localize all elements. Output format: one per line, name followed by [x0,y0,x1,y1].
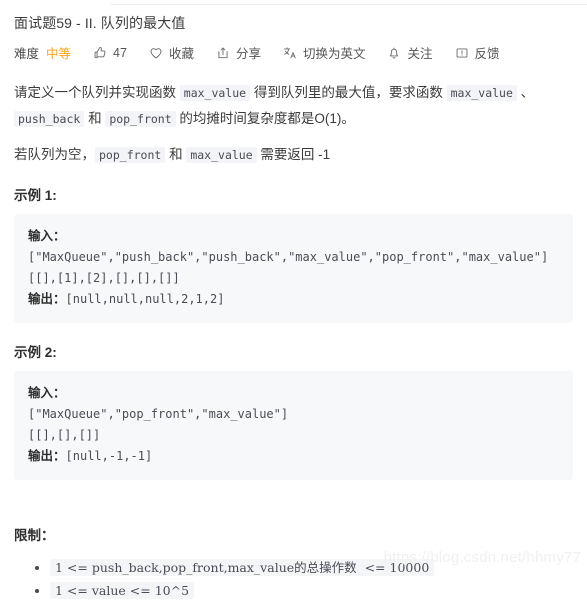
difficulty-label: 难度 [14,47,40,61]
desc-text-1c: 、 [516,85,535,100]
limit-constraint-2: 1 <= value <= 10^5 [50,582,195,599]
list-item: 1 <= value <= 10^5 [35,581,573,600]
example-1-heading: 示例 1: [14,188,57,203]
like-count: 47 [113,45,127,60]
share-label: 分享 [235,47,261,61]
difficulty-badge: 中等 [46,47,72,61]
desc-text-1b: 得到队列里的最大值，要求函数 [250,85,447,100]
limits-heading: 限制： [14,528,55,543]
feedback-button[interactable]: 反馈 [455,43,500,62]
inline-code-pop-front-1: pop_front [105,111,176,127]
description-paragraph-1: 请定义一个队列并实现函数 max_value 得到队列里的最大值，要求函数 ma… [14,80,573,132]
translate-icon [283,46,297,60]
bell-icon [387,46,401,60]
thumbs-up-icon [93,46,107,60]
problem-page: 面试题59 - II. 队列的最大值 难度 中等 47 收藏 分享 切换为英文 … [0,0,587,599]
example-1-input-label: 输入： [28,229,66,243]
share-button[interactable]: 分享 [216,43,261,62]
example-1-output-value: [null,null,null,2,1,2] [65,292,225,306]
limits-list: 1 <= push_back,pop_front,max_value的总操作数 … [14,558,573,600]
example-2-heading: 示例 2: [14,345,57,360]
desc-text-2a: 若队列为空， [14,147,95,162]
meta-action-bar: 难度 中等 47 收藏 分享 切换为英文 关注 反馈 [14,43,573,62]
top-divider [110,4,587,5]
translate-button[interactable]: 切换为英文 [283,43,366,62]
difficulty-group: 难度 中等 [14,43,71,62]
desc-text-1e: 的均摊时间复杂度都是O(1)。 [175,111,355,126]
desc-text-1d: 和 [84,111,106,126]
inline-code-pop-front-2: pop_front [95,147,166,163]
page-title: 面试题59 - II. 队列的最大值 [14,15,186,31]
inline-code-push-back-1: push_back [14,111,85,127]
example-2-input-line-2: [[],[],[]] [28,428,101,442]
follow-button[interactable]: 关注 [387,43,433,62]
example-1-output-line: 输出：[null,null,null,2,1,2] [28,289,559,310]
like-button[interactable]: 47 [93,46,127,60]
translate-label: 切换为英文 [302,47,366,61]
desc-text-1a: 请定义一个队列并实现函数 [14,85,180,100]
example-2-code-block: 输入： ["MaxQueue","pop_front","max_value"]… [14,371,573,480]
inline-code-max-value-2: max_value [446,85,517,101]
list-item: 1 <= push_back,pop_front,max_value的总操作数 … [35,558,573,577]
example-2-output-value: [null,-1,-1] [65,449,153,463]
example-2-input-label: 输入： [28,386,66,400]
favorite-label: 收藏 [168,47,194,61]
example-1-input-line-1: ["MaxQueue","push_back","push_back","max… [28,250,549,264]
follow-label: 关注 [407,47,433,61]
example-1-code-block: 输入： ["MaxQueue","push_back","push_back",… [14,214,573,323]
desc-text-2c: 需要返回 -1 [256,147,331,162]
inline-code-max-value-3: max_value [186,147,257,163]
example-1-input-line-2: [[],[1],[2],[],[],[]] [28,271,180,285]
example-2-output-label: 输出： [28,449,66,463]
desc-text-2b: 和 [165,147,187,162]
inline-code-max-value-1: max_value [179,85,251,101]
heart-icon [149,46,163,60]
share-icon [216,46,230,60]
favorite-button[interactable]: 收藏 [149,43,194,62]
description-paragraph-2: 若队列为空， pop_front 和 max_value 需要返回 -1 [14,142,573,168]
content-area: 面试题59 - II. 队列的最大值 难度 中等 47 收藏 分享 切换为英文 … [0,0,587,600]
feedback-icon [455,46,469,60]
limit-constraint-1: 1 <= push_back,pop_front,max_value的总操作数 … [50,559,435,576]
feedback-label: 反馈 [474,47,500,61]
example-1-output-label: 输出： [28,292,66,306]
example-2-output-line: 输出：[null,-1,-1] [28,446,559,467]
example-2-input-line-1: ["MaxQueue","pop_front","max_value"] [28,407,289,421]
